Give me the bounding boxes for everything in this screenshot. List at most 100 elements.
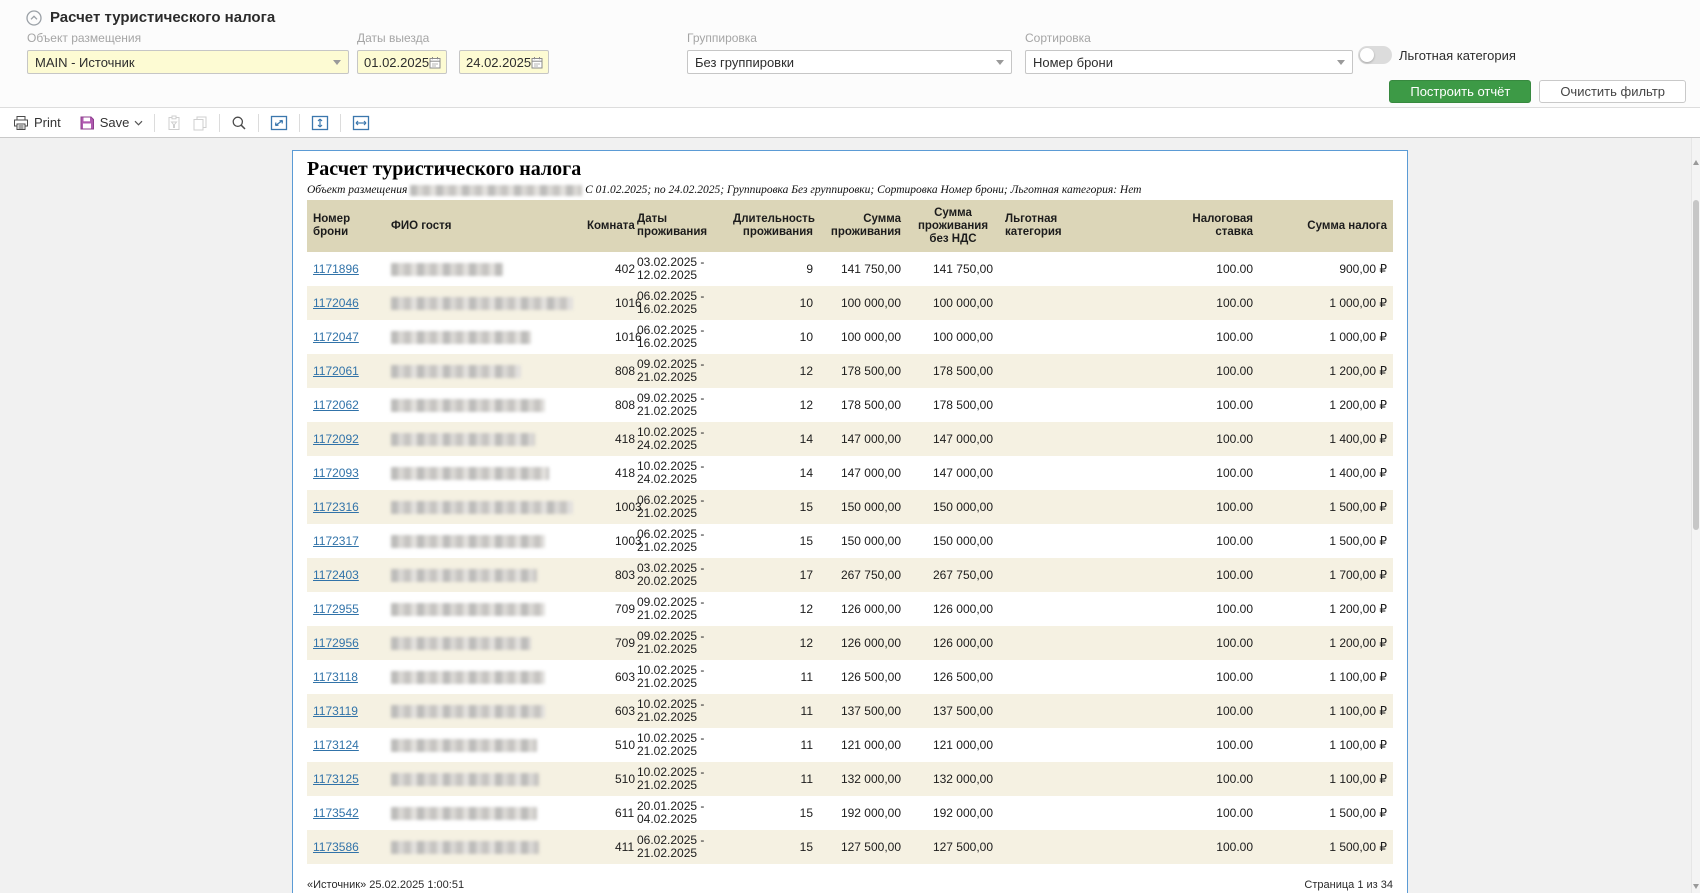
tax-cell: 1 400,00 ₽ bbox=[1259, 456, 1393, 490]
booking-link[interactable]: 1172093 bbox=[313, 466, 359, 480]
departure-dates-group: Даты выезда 01.02.2025 24.02.2025 bbox=[357, 31, 549, 74]
booking-cell: 1172062 bbox=[307, 388, 385, 422]
collapse-panel-icon[interactable] bbox=[26, 10, 42, 26]
nights-cell: 12 bbox=[727, 592, 819, 626]
scrollbar-down-arrow-icon[interactable] bbox=[1693, 884, 1699, 889]
amount-no-vat-cell: 127 500,00 bbox=[907, 830, 999, 864]
toolbar-separator bbox=[219, 114, 220, 132]
guest-cell bbox=[385, 490, 581, 524]
rate-cell: 100.00 bbox=[1123, 354, 1259, 388]
room-cell: 402 bbox=[581, 252, 631, 286]
tax-cell: 1 000,00 ₽ bbox=[1259, 286, 1393, 320]
scrollbar-up-arrow-icon[interactable] bbox=[1693, 160, 1699, 165]
dates-cell: 10.02.2025 -21.02.2025 bbox=[631, 694, 727, 728]
benefit-cell bbox=[999, 796, 1123, 830]
dates-cell: 06.02.2025 -21.02.2025 bbox=[631, 524, 727, 558]
amount-cell: 126 000,00 bbox=[819, 592, 907, 626]
calendar-icon[interactable] bbox=[531, 56, 543, 69]
room-cell: 1003 bbox=[581, 490, 631, 524]
booking-link[interactable]: 1172092 bbox=[313, 432, 359, 446]
toolbar-separator bbox=[340, 114, 341, 132]
rate-cell: 100.00 bbox=[1123, 762, 1259, 796]
table-row: 1173125 510 10.02.2025 -21.02.2025 11 13… bbox=[307, 762, 1393, 796]
build-report-button[interactable]: Построить отчёт bbox=[1389, 80, 1531, 103]
booking-link[interactable]: 1173586 bbox=[313, 840, 359, 854]
room-cell: 611 bbox=[581, 796, 631, 830]
tax-cell: 1 100,00 ₽ bbox=[1259, 762, 1393, 796]
nights-cell: 12 bbox=[727, 354, 819, 388]
booking-link[interactable]: 1173542 bbox=[313, 806, 359, 820]
amount-no-vat-cell: 100 000,00 bbox=[907, 286, 999, 320]
dates-cell: 06.02.2025 -21.02.2025 bbox=[631, 830, 727, 864]
booking-link[interactable]: 1173124 bbox=[313, 738, 359, 752]
table-row: 1172316 1003 06.02.2025 -21.02.2025 15 1… bbox=[307, 490, 1393, 524]
dates-cell: 03.02.2025 -20.02.2025 bbox=[631, 558, 727, 592]
booking-link[interactable]: 1172047 bbox=[313, 330, 359, 344]
amount-no-vat-cell: 267 750,00 bbox=[907, 558, 999, 592]
amount-cell: 192 000,00 bbox=[819, 796, 907, 830]
grouping-select[interactable]: Без группировки bbox=[687, 50, 1012, 74]
dates-cell: 06.02.2025 -16.02.2025 bbox=[631, 286, 727, 320]
booking-link[interactable]: 1173118 bbox=[313, 670, 358, 684]
booking-link[interactable]: 1172403 bbox=[313, 568, 359, 582]
nights-cell: 11 bbox=[727, 694, 819, 728]
booking-link[interactable]: 1172061 bbox=[313, 364, 359, 378]
booking-link[interactable]: 1172062 bbox=[313, 398, 359, 412]
table-row: 1172046 1016 06.02.2025 -16.02.2025 10 1… bbox=[307, 286, 1393, 320]
benefit-cell bbox=[999, 354, 1123, 388]
booking-link[interactable]: 1172955 bbox=[313, 602, 359, 616]
dates-cell: 03.02.2025 -12.02.2025 bbox=[631, 252, 727, 286]
booking-link[interactable]: 1172956 bbox=[313, 636, 359, 650]
booking-link[interactable]: 1173119 bbox=[313, 704, 358, 718]
table-header: Номер брониФИО гостяКомнатаДатыпроживани… bbox=[307, 200, 1393, 252]
clear-filter-button[interactable]: Очистить фильтр bbox=[1539, 80, 1686, 103]
booking-link[interactable]: 1172316 bbox=[313, 500, 359, 514]
benefit-cell bbox=[999, 626, 1123, 660]
benefit-category-toggle[interactable] bbox=[1358, 46, 1392, 64]
room-cell: 603 bbox=[581, 660, 631, 694]
dates-line2: 21.02.2025 bbox=[637, 609, 721, 622]
zoom-page-width-button[interactable] bbox=[347, 112, 375, 134]
booking-cell: 1173125 bbox=[307, 762, 385, 796]
dates-line2: 21.02.2025 bbox=[637, 507, 721, 520]
guest-name-redacted bbox=[391, 399, 545, 412]
rate-cell: 100.00 bbox=[1123, 626, 1259, 660]
booking-link[interactable]: 1173125 bbox=[313, 772, 359, 786]
guest-cell bbox=[385, 354, 581, 388]
dates-cell: 09.02.2025 -21.02.2025 bbox=[631, 354, 727, 388]
guest-name-redacted bbox=[391, 603, 545, 616]
amount-cell: 178 500,00 bbox=[819, 388, 907, 422]
viewer-toolbar: Print Save bbox=[0, 108, 1700, 138]
room-cell: 510 bbox=[581, 728, 631, 762]
nights-cell: 15 bbox=[727, 796, 819, 830]
vertical-scrollbar[interactable] bbox=[1691, 138, 1700, 893]
guest-cell bbox=[385, 456, 581, 490]
rate-cell: 100.00 bbox=[1123, 592, 1259, 626]
zoom-page-height-button[interactable] bbox=[306, 112, 334, 134]
nights-cell: 10 bbox=[727, 320, 819, 354]
rate-cell: 100.00 bbox=[1123, 728, 1259, 762]
date-to-input[interactable]: 24.02.2025 bbox=[459, 50, 549, 74]
print-label: Print bbox=[34, 115, 61, 130]
date-from-input[interactable]: 01.02.2025 bbox=[357, 50, 447, 74]
booking-link[interactable]: 1172317 bbox=[313, 534, 359, 548]
table-row: 1172092 418 10.02.2025 -24.02.2025 14 14… bbox=[307, 422, 1393, 456]
nights-cell: 9 bbox=[727, 252, 819, 286]
print-button[interactable]: Print bbox=[8, 112, 66, 134]
sorting-select[interactable]: Номер брони bbox=[1025, 50, 1353, 74]
calendar-icon[interactable] bbox=[429, 56, 441, 69]
find-button[interactable] bbox=[226, 112, 252, 134]
save-button[interactable]: Save bbox=[74, 112, 149, 134]
report-title: Расчет туристического налога bbox=[307, 158, 1393, 181]
nights-cell: 11 bbox=[727, 660, 819, 694]
booking-link[interactable]: 1172046 bbox=[313, 296, 359, 310]
table-row: 1172062 808 09.02.2025 -21.02.2025 12 17… bbox=[307, 388, 1393, 422]
booking-link[interactable]: 1171896 bbox=[313, 262, 359, 276]
tax-cell: 1 500,00 ₽ bbox=[1259, 830, 1393, 864]
table-row: 1172403 803 03.02.2025 -20.02.2025 17 26… bbox=[307, 558, 1393, 592]
column-header: Сумма налога bbox=[1259, 200, 1393, 252]
property-select[interactable]: MAIN - Источник bbox=[27, 50, 349, 74]
zoom-page-button[interactable] bbox=[265, 112, 293, 134]
benefit-cell bbox=[999, 762, 1123, 796]
scrollbar-thumb[interactable] bbox=[1693, 200, 1699, 530]
